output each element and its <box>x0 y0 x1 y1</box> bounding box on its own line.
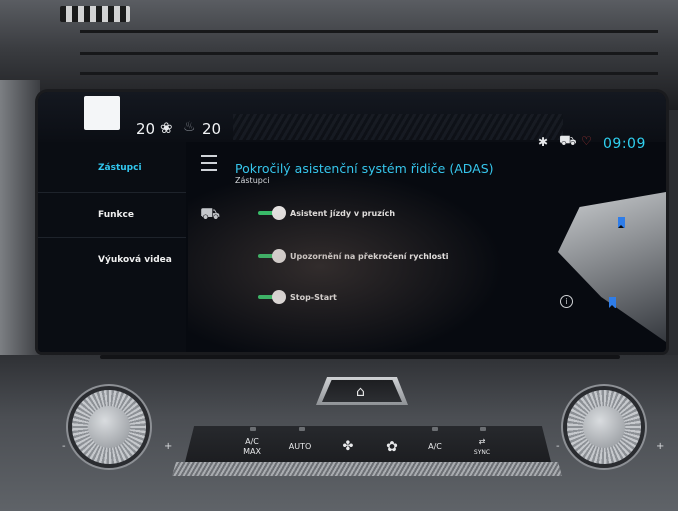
info-icon[interactable]: i <box>560 295 573 308</box>
sync-label: SYNC <box>473 449 491 456</box>
temperature-knob-left[interactable] <box>72 390 146 464</box>
sidebar-item-functions[interactable]: Funkce <box>38 192 186 236</box>
climate-panel-trim <box>172 462 562 476</box>
infotainment-screen: 20 ❀ ♨ 20 ✱ ⛟ ♡ 09:09 Zástupci Funkce Vý… <box>38 92 666 352</box>
indicator-led <box>250 427 256 431</box>
sidebar-item-label: Funkce <box>98 209 134 220</box>
sidebar: Zástupci Funkce Výuková videa <box>38 142 186 352</box>
lane-assist-switch[interactable] <box>258 206 286 220</box>
dashboard-rib <box>80 52 658 55</box>
stop-start-switch[interactable] <box>258 290 286 304</box>
auto-button[interactable]: AUTO <box>278 437 322 457</box>
car-icon: ⛟ <box>559 133 577 149</box>
knob-plus-sign: + <box>164 441 173 452</box>
temperature-right[interactable]: 20 <box>202 120 221 138</box>
temperature-left[interactable]: 20 <box>136 120 155 138</box>
speed-warning-switch[interactable] <box>258 249 286 263</box>
indicator-led <box>480 427 486 431</box>
air-vent <box>60 6 130 22</box>
switch-knob <box>272 206 286 220</box>
home-icon: ⌂ <box>356 384 365 400</box>
car-front-icon: ⛟ <box>200 204 221 223</box>
sidebar-item-label: Výuková videa <box>98 254 172 265</box>
fan-low-icon[interactable]: ✤ <box>326 437 370 457</box>
bookmark-icon[interactable] <box>618 217 625 228</box>
sync-icon: ⇄ <box>478 437 486 446</box>
screen-bezel <box>100 355 620 359</box>
dashboard-rib <box>80 30 658 33</box>
ac-max-button[interactable]: A/C MAX <box>230 437 274 457</box>
switch-knob <box>272 249 286 263</box>
menu-icon[interactable] <box>201 155 217 171</box>
knob-plus-sign: + <box>656 441 665 452</box>
dashboard-rib <box>80 72 658 75</box>
indicator-led <box>432 427 438 431</box>
sidebar-item-label: Zástupci <box>98 163 142 173</box>
knob-minus-sign: - <box>62 441 66 452</box>
fan-icon[interactable]: ❀ <box>160 119 173 137</box>
sidebar-item-shortcuts[interactable]: Zástupci <box>38 146 186 190</box>
seat-heat-icon[interactable]: ♨ <box>183 119 196 135</box>
toggle-row-stop-start[interactable]: Stop-Start <box>258 287 337 307</box>
knob-minus-sign: - <box>556 441 560 452</box>
toggle-label: Upozornění na překročení rychlosti <box>290 251 449 261</box>
window-reflection <box>558 192 666 342</box>
toggle-label: Asistent jízdy v pruzích <box>290 208 396 218</box>
temperature-knob-right[interactable] <box>567 390 641 464</box>
toggle-row-lane-assist[interactable]: Asistent jízdy v pruzích <box>258 203 395 223</box>
page-subtitle: Zástupci <box>235 176 270 185</box>
indicator-led <box>299 427 305 431</box>
ac-button[interactable]: A/C <box>413 437 457 457</box>
fan-high-icon[interactable]: ✿ <box>370 437 414 457</box>
toggle-label: Stop-Start <box>290 292 337 302</box>
page-title: Pokročilý asistenční systém řidiče (ADAS… <box>235 161 494 176</box>
sidebar-item-tutorial-videos[interactable]: Výuková videa <box>38 237 186 281</box>
switch-knob <box>272 290 286 304</box>
bookmark-icon[interactable] <box>609 297 616 308</box>
light-glare <box>84 96 120 130</box>
bluetooth-icon: ✱ <box>538 135 549 149</box>
toggle-row-speed-warning[interactable]: Upozornění na překročení rychlosti <box>258 246 448 266</box>
sync-button[interactable]: ⇄ SYNC <box>460 437 504 457</box>
clock: 09:09 <box>603 136 646 152</box>
status-bar-pattern <box>233 114 563 140</box>
shield-icon: ♡ <box>581 134 592 148</box>
